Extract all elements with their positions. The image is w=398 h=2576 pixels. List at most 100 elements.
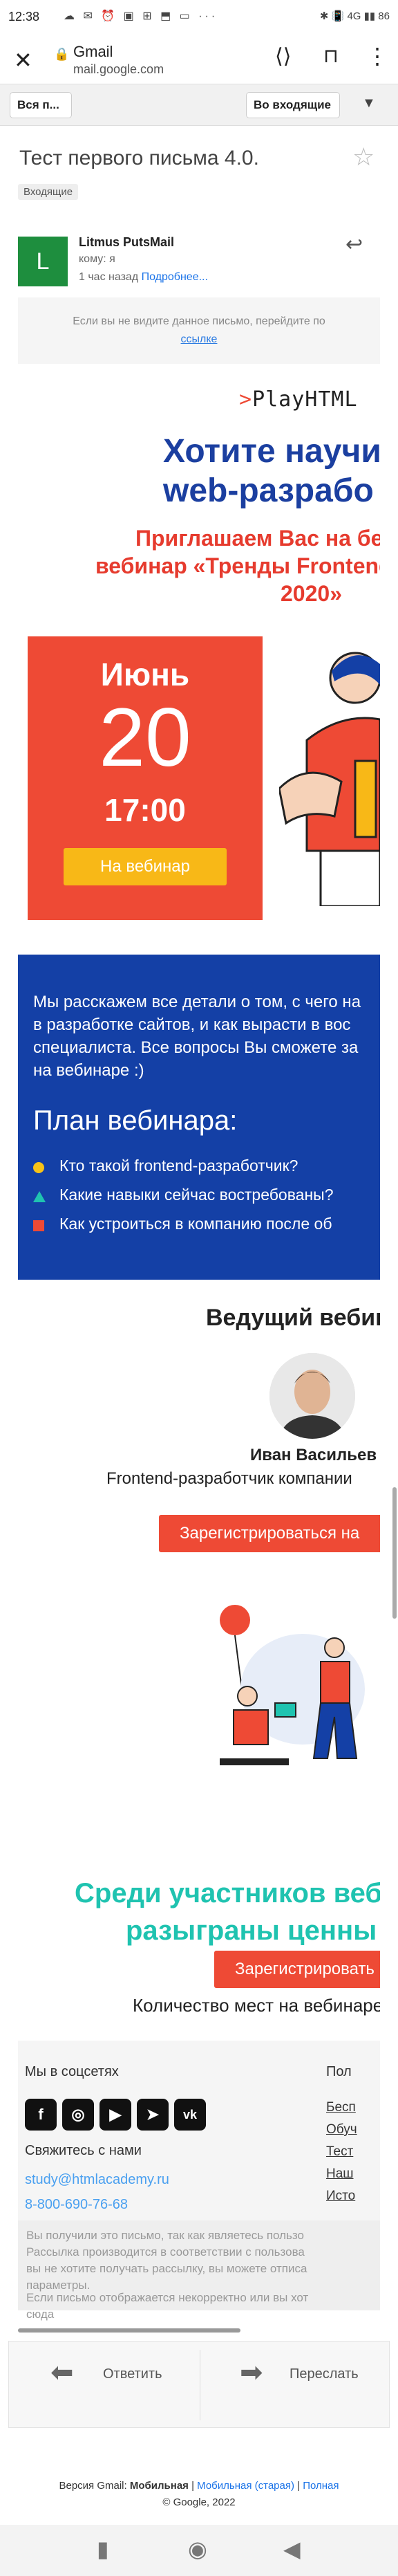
status-bar: 12:38 ☁ ✉ ⏰ ▣ ⊞ ⬒ ▭ ··· ✱ 📳 4G ▮▮ 86 bbox=[0, 0, 398, 36]
browser-page-title: Gmail bbox=[73, 43, 113, 60]
intro-line-4: на вебинаре :) bbox=[33, 1061, 144, 1080]
reply-button[interactable]: Ответить bbox=[103, 2366, 162, 2382]
home-icon[interactable]: ◉ bbox=[188, 2536, 207, 2562]
date-day: 20 bbox=[99, 691, 191, 784]
headline-line-2: web-разрабо bbox=[163, 472, 374, 509]
host-portrait-icon bbox=[269, 1353, 355, 1439]
status-notification-icons: ☁ ✉ ⏰ ▣ ⊞ ⬒ ▭ ··· bbox=[64, 10, 218, 22]
forward-arrow-icon[interactable]: ➡ bbox=[240, 2357, 263, 2389]
label-chip-inbox[interactable]: Входящие bbox=[18, 184, 79, 200]
policy-link-1[interactable]: Бесп bbox=[326, 2100, 356, 2115]
share-icon[interactable]: ⟨⟩ bbox=[275, 44, 291, 68]
reply-arrow-icon[interactable]: ⬅ bbox=[50, 2357, 74, 2389]
forward-button[interactable]: Переслать bbox=[290, 2366, 359, 2382]
gmail-toolbar: Вся п... Во входящие ▼ bbox=[0, 84, 398, 126]
instagram-icon[interactable]: ◎ bbox=[62, 2099, 94, 2131]
message-meta: 1 час назад Подробнее... bbox=[79, 271, 208, 284]
move-to-inbox-button[interactable]: Во входящие bbox=[246, 92, 340, 118]
disclaimer-line-3: вы не хотите получать рассылку, вы может… bbox=[26, 2262, 307, 2275]
star-icon[interactable]: ☆ bbox=[352, 142, 375, 172]
chevron-down-icon[interactable]: ▼ bbox=[362, 95, 376, 111]
yellow-circle-icon bbox=[33, 1162, 44, 1173]
browser-url-bar: ✕ 🔒 Gmail mail.google.com ⟨⟩ ⊓ ⋮ bbox=[0, 36, 398, 84]
version-line: Версия Gmail: Мобильная | Мобильная (ста… bbox=[59, 2480, 339, 2492]
version-full-link[interactable]: Полная bbox=[303, 2480, 339, 2492]
policy-link-2[interactable]: Обуч bbox=[326, 2122, 357, 2137]
illustration-people bbox=[220, 1605, 365, 1765]
host-title: Ведущий вебин bbox=[206, 1305, 380, 1331]
contact-title: Свяжитесь с нами bbox=[25, 2143, 142, 2158]
close-icon[interactable]: ✕ bbox=[14, 47, 32, 73]
reply-icon[interactable]: ↩ bbox=[345, 232, 363, 257]
participants-line-2: разыграны ценны bbox=[126, 1915, 377, 1946]
date-time: 17:00 bbox=[104, 792, 186, 828]
host-role: Frontend-разработчик компании bbox=[106, 1469, 352, 1488]
intro-line-1: Мы расскажем все детали о том, с чего на bbox=[33, 993, 361, 1011]
facebook-icon[interactable]: f bbox=[25, 2099, 57, 2131]
policy-title: Пол bbox=[326, 2064, 352, 2079]
preheader-text: Если вы не видите данное письмо, перейди… bbox=[73, 315, 325, 327]
message-actions: ⬅ Ответить ➡ Переслать bbox=[8, 2341, 390, 2428]
playhtml-logo: >PlayHTML bbox=[239, 387, 358, 412]
intro-block: Мы расскажем все детали о том, с чего на… bbox=[18, 955, 380, 1280]
plan-item-3: Как устроиться в компанию после об bbox=[59, 1215, 332, 1233]
browser-url[interactable]: mail.google.com bbox=[73, 62, 164, 77]
recents-icon[interactable]: ▮ bbox=[97, 2536, 109, 2562]
policy-link-3[interactable]: Тест bbox=[326, 2144, 353, 2160]
to-webinar-button[interactable]: На вебинар bbox=[64, 848, 227, 885]
social-title: Мы в соцсетях bbox=[25, 2064, 119, 2079]
vertical-scrollbar[interactable] bbox=[392, 1487, 397, 1619]
vk-icon[interactable]: vk bbox=[174, 2099, 206, 2131]
host-photo bbox=[269, 1353, 355, 1439]
policy-link-4[interactable]: Наш bbox=[326, 2166, 354, 2182]
status-system-icons: ✱ 📳 4G ▮▮ 86 bbox=[319, 10, 390, 22]
youtube-icon[interactable]: ▶ bbox=[100, 2099, 131, 2131]
plan-title: План вебинара: bbox=[33, 1105, 238, 1136]
register-button-secondary[interactable]: Зарегистрировать bbox=[214, 1951, 380, 1988]
email-body: Если вы не видите данное письмо, перейди… bbox=[18, 297, 380, 2310]
sender-avatar: L bbox=[18, 237, 68, 286]
participants-line-1: Среди участников веб bbox=[75, 1878, 380, 1908]
details-link[interactable]: Подробнее... bbox=[142, 271, 208, 283]
horizontal-scrollbar[interactable] bbox=[18, 2328, 240, 2333]
message-time: 1 час назад bbox=[79, 271, 139, 283]
back-icon[interactable]: ◀ bbox=[283, 2536, 301, 2562]
recipient-line: кому: я bbox=[79, 253, 115, 265]
participants-heading: Среди участников веб разыграны ценны bbox=[75, 1875, 380, 1949]
disclaimer-tail: Если письмо отображается некорректно или… bbox=[26, 2290, 380, 2323]
lock-icon: 🔒 bbox=[54, 47, 70, 61]
more-options-icon[interactable]: ⋮ bbox=[366, 43, 388, 69]
bookmark-icon[interactable]: ⊓ bbox=[323, 44, 339, 67]
sender-name: Litmus PutsMail bbox=[79, 235, 175, 249]
intro-line-3: специалиста. Все вопросы Вы сможете за bbox=[33, 1038, 359, 1057]
folder-button[interactable]: Вся п... bbox=[10, 92, 72, 118]
preheader: Если вы не видите данное письмо, перейди… bbox=[18, 297, 380, 364]
version-old-link[interactable]: Мобильная (старая) bbox=[197, 2480, 294, 2492]
register-button-primary[interactable]: Зарегистрироваться на bbox=[159, 1515, 380, 1552]
seats-text: Количество мест на вебинаре bbox=[133, 1995, 380, 2016]
message-subject: Тест первого письма 4.0. bbox=[19, 147, 259, 169]
policy-link-5[interactable]: Исто bbox=[326, 2189, 355, 2204]
teal-triangle-icon bbox=[33, 1191, 46, 1202]
logo-text: PlayHTML bbox=[252, 387, 358, 412]
date-card: Июнь 20 17:00 На вебинар bbox=[28, 636, 263, 920]
plan-item-2: Какие навыки сейчас востребованы? bbox=[59, 1186, 334, 1204]
copyright: © Google, 2022 bbox=[162, 2496, 236, 2508]
invite-line-2: вебинар «Тренды Frontend bbox=[95, 553, 380, 578]
disclaimer-line-1: Вы получили это письмо, так как являетес… bbox=[26, 2229, 304, 2242]
intro-line-2: в разработке сайтов, и как вырасти в вос bbox=[33, 1015, 351, 1034]
telegram-icon[interactable]: ➤ bbox=[137, 2099, 169, 2131]
gmail-version-links: Версия Gmail: Мобильная | Мобильная (ста… bbox=[0, 2478, 398, 2511]
logo-mark-icon: > bbox=[239, 387, 253, 412]
invite-line-3: 2020» bbox=[281, 581, 342, 606]
disclaimer-line-5: Если письмо отображается некорректно или… bbox=[26, 2291, 309, 2304]
disclaimer-line-6[interactable]: сюда bbox=[26, 2306, 380, 2323]
status-time: 12:38 bbox=[8, 10, 40, 24]
contact-phone-link[interactable]: 8-800-690-76-68 bbox=[25, 2197, 128, 2213]
headline-line-1: Хотите научи bbox=[163, 433, 380, 470]
contact-email-link[interactable]: study@htmlacademy.ru bbox=[25, 2172, 169, 2188]
plan-item-1: Кто такой frontend-разработчик? bbox=[59, 1157, 298, 1175]
version-prefix: Версия Gmail: bbox=[59, 2480, 127, 2492]
version-current: Мобильная bbox=[129, 2480, 189, 2492]
preheader-link[interactable]: ссылке bbox=[18, 331, 380, 349]
